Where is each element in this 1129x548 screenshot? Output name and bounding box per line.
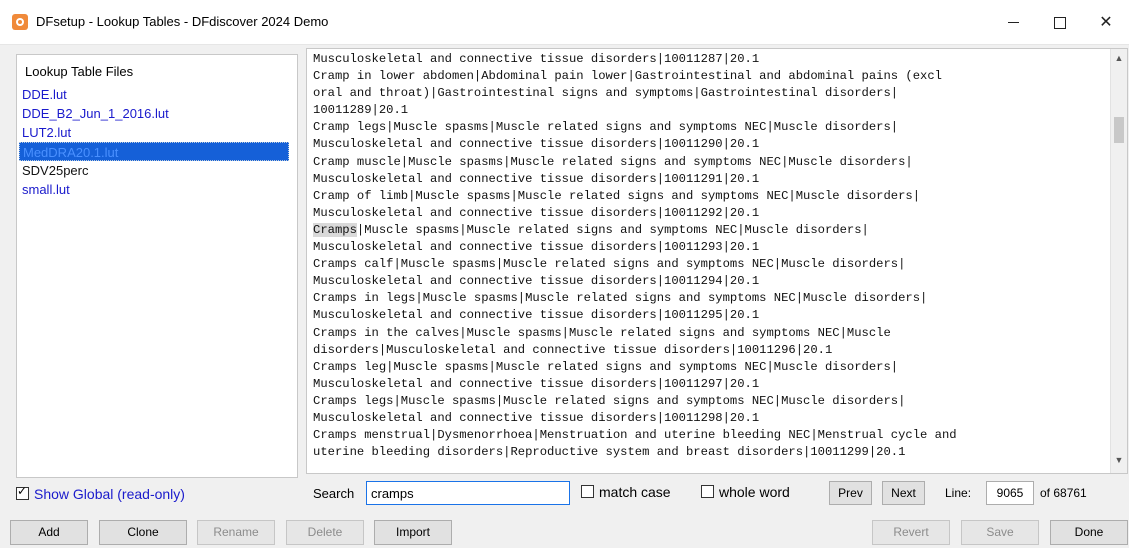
- window-title: DFsetup - Lookup Tables - DFdiscover 202…: [36, 14, 329, 29]
- content-line: Cramp in lower abdomen|Abdominal pain lo…: [313, 69, 942, 84]
- vertical-scrollbar[interactable]: ▲ ▼: [1110, 49, 1127, 473]
- search-label: Search: [313, 486, 355, 501]
- content-line: Cramp legs|Muscle spasms|Muscle related …: [313, 120, 899, 135]
- whole-word-box[interactable]: [701, 485, 714, 498]
- content-line: uterine bleeding disorders|Reproductive …: [313, 445, 906, 460]
- file-item-sdv25perc[interactable]: SDV25perc: [19, 161, 295, 180]
- content-line: Cramps calf|Muscle spasms|Muscle related…: [313, 257, 906, 272]
- line-number-input[interactable]: 9065: [986, 481, 1034, 505]
- content-line: Cramps in the calves|Muscle spasms|Muscl…: [313, 325, 891, 340]
- content-line: Musculoskeletal and connective tissue di…: [313, 240, 760, 255]
- content-line: disorders|Musculoskeletal and connective…: [313, 342, 833, 357]
- show-global-checkbox-box[interactable]: [16, 484, 29, 500]
- content-line: Musculoskeletal and connective tissue di…: [313, 171, 760, 186]
- content-line: Cramp of limb|Muscle spasms|Muscle relat…: [313, 188, 921, 203]
- next-button[interactable]: Next: [882, 481, 925, 505]
- content-line: Musculoskeletal and connective tissue di…: [313, 274, 760, 289]
- whole-word-label: whole word: [719, 484, 790, 500]
- content-line: Cramps in legs|Muscle spasms|Muscle rela…: [313, 291, 928, 306]
- match-case-box[interactable]: [581, 485, 594, 498]
- minimize-icon: [1007, 22, 1019, 24]
- clone-button[interactable]: Clone: [99, 520, 187, 545]
- whole-word-checkbox[interactable]: whole word: [701, 484, 790, 500]
- show-global-label: Show Global (read-only): [34, 486, 185, 502]
- show-global-checkbox[interactable]: Show Global (read-only): [16, 484, 185, 502]
- save-button[interactable]: Save: [961, 520, 1039, 545]
- add-button[interactable]: Add: [10, 520, 88, 545]
- file-item-dde-b2[interactable]: DDE_B2_Jun_1_2016.lut: [19, 104, 295, 123]
- revert-button[interactable]: Revert: [872, 520, 950, 545]
- content-line: Musculoskeletal and connective tissue di…: [313, 376, 760, 391]
- search-input[interactable]: [366, 481, 570, 505]
- file-item-dde[interactable]: DDE.lut: [19, 85, 295, 104]
- total-lines-label: of 68761: [1040, 486, 1087, 500]
- import-button[interactable]: Import: [374, 520, 452, 545]
- match-case-checkbox[interactable]: match case: [581, 484, 671, 500]
- delete-button[interactable]: Delete: [286, 520, 364, 545]
- content-line: Cramps|Muscle spasms|Muscle related sign…: [313, 222, 869, 237]
- content-line: Musculoskeletal and connective tissue di…: [313, 205, 760, 220]
- file-list[interactable]: DDE.lut DDE_B2_Jun_1_2016.lut LUT2.lut M…: [19, 85, 295, 199]
- maximize-icon: [1054, 16, 1066, 29]
- content-lines: Musculoskeletal and connective tissue di…: [313, 51, 957, 461]
- content-line: Musculoskeletal and connective tissue di…: [313, 137, 760, 152]
- content-line: Musculoskeletal and connective tissue di…: [313, 410, 760, 425]
- close-icon: ✕: [1099, 14, 1113, 31]
- scrollbar-thumb[interactable]: [1114, 117, 1124, 143]
- scroll-down-icon[interactable]: ▼: [1111, 455, 1127, 465]
- title-bar: DFsetup - Lookup Tables - DFdiscover 202…: [0, 0, 1129, 45]
- match-case-label: match case: [599, 484, 671, 500]
- search-match-highlight: Cramps: [313, 222, 357, 237]
- close-button[interactable]: ✕: [1083, 8, 1129, 38]
- content-line: Cramps leg|Muscle spasms|Muscle related …: [313, 359, 899, 374]
- maximize-button[interactable]: [1037, 8, 1083, 38]
- lookup-table-content[interactable]: Musculoskeletal and connective tissue di…: [306, 48, 1128, 474]
- content-line: Musculoskeletal and connective tissue di…: [313, 52, 760, 66]
- line-label: Line:: [945, 486, 972, 500]
- file-item-meddra-selected[interactable]: MedDRA20.1.lut: [19, 142, 289, 161]
- scroll-up-icon[interactable]: ▲: [1111, 53, 1127, 63]
- content-line: Cramp muscle|Muscle spasms|Muscle relate…: [313, 154, 913, 169]
- minimize-button[interactable]: [990, 8, 1036, 38]
- content-line: Cramps legs|Muscle spasms|Muscle related…: [313, 393, 906, 408]
- content-line: Cramps menstrual|Dysmenorrhoea|Menstruat…: [313, 428, 957, 443]
- content-line: 10011289|20.1: [313, 103, 409, 118]
- done-button[interactable]: Done: [1050, 520, 1128, 545]
- content-line: oral and throat)|Gastrointestinal signs …: [313, 86, 899, 101]
- rename-button[interactable]: Rename: [197, 520, 275, 545]
- lookup-table-files-panel: Lookup Table Files DDE.lut DDE_B2_Jun_1_…: [16, 54, 298, 478]
- content-line: Musculoskeletal and connective tissue di…: [313, 308, 760, 323]
- lookup-table-files-header: Lookup Table Files: [25, 64, 134, 79]
- file-item-lut2[interactable]: LUT2.lut: [19, 123, 295, 142]
- file-item-small[interactable]: small.lut: [19, 180, 295, 199]
- prev-button[interactable]: Prev: [829, 481, 872, 505]
- app-icon: [12, 14, 28, 30]
